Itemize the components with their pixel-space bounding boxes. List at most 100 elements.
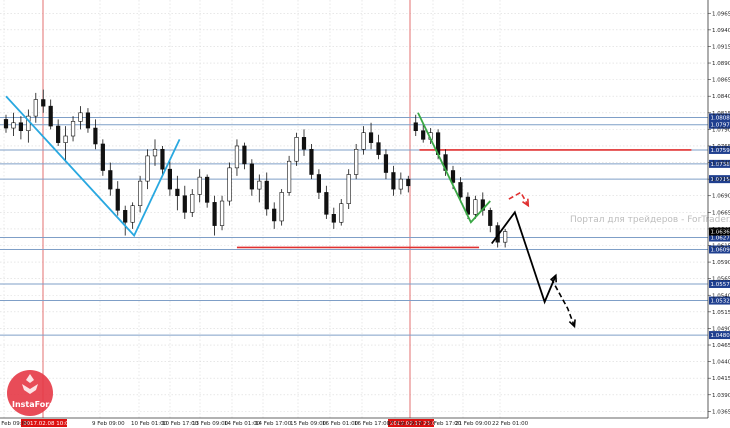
x-tick-label: 8 Feb 09:00 (0, 421, 29, 427)
candle-body (93, 127, 98, 145)
candle-body (205, 176, 210, 203)
y-tick-label: 1.0890 (712, 61, 730, 67)
y-tick-label: 1.0540 (712, 293, 730, 299)
candle-body (33, 99, 38, 117)
y-tick-label: 1.0365 (712, 409, 730, 415)
candle-body (279, 192, 284, 222)
candle-body (309, 148, 314, 175)
candle-body (212, 202, 217, 226)
candle-body (56, 125, 61, 143)
candle-body (257, 180, 262, 190)
candle-body (421, 130, 426, 140)
y-tick-label: 1.0690 (712, 194, 730, 200)
level-price-label: 1.0627 (711, 236, 730, 242)
candle-body (339, 203, 344, 223)
candle-body (234, 145, 240, 169)
candle-body (11, 122, 16, 129)
candle-body (182, 195, 187, 213)
candle-body (108, 170, 113, 190)
level-price-label: 1.0557 (711, 282, 730, 288)
candle-body (3, 119, 9, 129)
candle-body (63, 135, 68, 143)
candle-body (18, 122, 24, 132)
y-tick-label: 1.0390 (712, 393, 730, 399)
candle-body (391, 172, 396, 190)
x-tick-label: 9 Feb 09:00 (92, 421, 125, 427)
candle-body (78, 112, 83, 122)
y-tick-label: 1.0840 (712, 94, 730, 100)
y-tick-label: 1.0765 (712, 144, 730, 150)
candle-body (160, 148, 165, 170)
watermark-text: Портал для трейдеров - ForTrader.org (570, 215, 730, 225)
y-tick-label: 1.0565 (712, 277, 730, 283)
logo-text: InstaForex (12, 400, 61, 409)
candle-body (331, 214, 336, 223)
x-tick-label: 16 Feb 17:00 (354, 421, 391, 427)
candle-body (70, 121, 76, 137)
chart-background (0, 0, 730, 428)
y-tick-label: 1.0490 (712, 326, 730, 332)
candle-body (301, 137, 307, 150)
candle-body (115, 188, 120, 211)
y-tick-label: 1.0465 (712, 343, 730, 349)
y-tick-label: 1.0590 (712, 260, 730, 266)
candle-body (167, 168, 173, 190)
candle-body (316, 174, 322, 193)
candle-body (361, 132, 366, 150)
candle-body (473, 199, 478, 215)
candle-body (138, 180, 143, 206)
y-tick-label: 1.0715 (712, 177, 730, 183)
candle-body (123, 210, 128, 223)
candle-body (197, 176, 202, 195)
candle-body (249, 163, 254, 190)
candle-body (100, 143, 105, 171)
candle-body (376, 142, 381, 155)
candle-body (413, 122, 418, 132)
candle-body (227, 167, 232, 202)
candle-body (346, 174, 351, 204)
x-tick-label: 22 Feb 01:00 (492, 421, 529, 427)
level-price-label: 1.0532 (711, 299, 730, 305)
candle-body (383, 154, 389, 173)
level-price-label: 1.0480 (711, 333, 730, 339)
candle-body (130, 205, 135, 223)
y-tick-label: 1.0665 (712, 210, 730, 216)
candle-body (398, 178, 403, 190)
candle-body (286, 160, 292, 193)
candle-body (85, 112, 91, 129)
candle-body (41, 99, 46, 107)
y-tick-label: 1.0415 (712, 376, 730, 382)
y-tick-label: 1.0915 (712, 44, 730, 50)
price-chart: 2017.02.08 10:00 2017.02.17 23:00 1.08081… (0, 0, 730, 428)
x-tick-label: 14 Feb 17:00 (255, 421, 292, 427)
candle-body (458, 182, 463, 198)
candle-body (368, 132, 374, 143)
y-tick-label: 1.0515 (712, 310, 730, 316)
candle-body (354, 148, 359, 175)
chart-window: 2017.02.08 10:00 2017.02.17 23:00 1.0808 1… (0, 0, 730, 428)
y-tick-label: 1.0940 (712, 28, 730, 34)
candle-body (488, 210, 493, 226)
candle-body (190, 194, 195, 213)
candle-body (242, 145, 247, 165)
x-tick-label: 17 Feb 09:00 (387, 421, 424, 427)
y-tick-label: 1.0615 (712, 243, 730, 249)
y-tick-label: 1.0815 (712, 111, 730, 117)
y-tick-label: 1.0740 (712, 161, 730, 167)
y-tick-label: 1.0865 (712, 78, 730, 84)
y-tick-label: 1.0965 (712, 11, 730, 17)
y-tick-label: 1.0790 (712, 127, 730, 133)
candle-body (175, 188, 180, 197)
y-tick-label: 1.0440 (712, 360, 730, 366)
candle-body (324, 192, 329, 215)
x-tick-label: 21 Feb 09:00 (455, 421, 492, 427)
candle-body (152, 148, 158, 157)
time-marker-label: 2017.02.08 10:00 (23, 421, 73, 427)
candle-body (145, 155, 150, 182)
candle-body (264, 180, 269, 210)
candle-body (503, 231, 508, 243)
candle-body (272, 208, 277, 222)
candle-body (406, 178, 411, 187)
candle-body (294, 137, 299, 162)
candle-body (48, 105, 53, 127)
